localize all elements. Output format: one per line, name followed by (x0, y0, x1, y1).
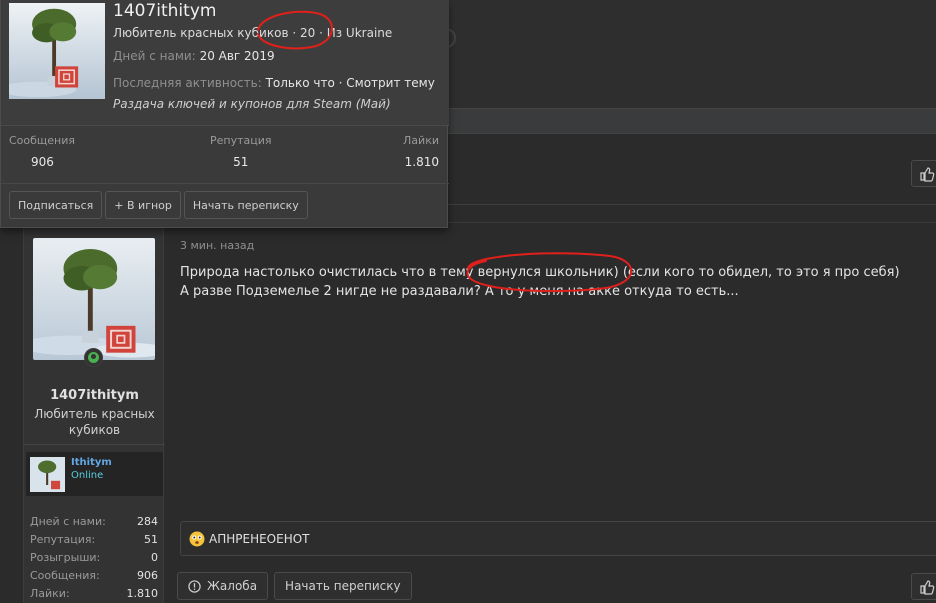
panel-user-title: Любитель красных кубиков (34, 407, 155, 437)
stat-label: Розыгрыши: (30, 551, 101, 564)
tooltip-header: 1407ithitym Любитель красных кубиков · 2… (1, 0, 449, 125)
joined-value: 20 Авг 2019 (199, 49, 275, 63)
last-activity-label: Последняя активность: (113, 76, 262, 90)
thumbs-up-icon (920, 167, 935, 182)
stat-value: 51 (144, 533, 158, 546)
post-text-line: Природа настолько очистилась что в тему … (180, 265, 900, 280)
stat-row: Лайки: 1.810 (30, 585, 158, 603)
tooltip-user-title: Любитель красных кубиков (113, 26, 289, 40)
report-button[interactable]: Жалоба (177, 572, 269, 600)
tree-cube-avatar-image (9, 3, 105, 99)
post-timestamp[interactable]: 3 мин. назад (180, 239, 254, 252)
like-button[interactable] (911, 573, 936, 600)
message-user-panel: 1407ithitym Любитель красных кубиков Ith… (23, 228, 165, 603)
stat-label: Лайки: (30, 587, 70, 600)
panel-username[interactable]: 1407ithitym (24, 388, 165, 403)
post-actions: Жалоба Начать переписку (177, 572, 412, 600)
stat-value: 1.810 (404, 155, 439, 169)
tooltip-stat-reputation: Репутация 51 (210, 134, 272, 169)
report-button-label: Жалоба (207, 579, 258, 593)
start-conversation-label: Начать переписку (285, 579, 401, 593)
steam-avatar-image (30, 457, 65, 492)
start-conversation-button[interactable]: Начать переписку (183, 191, 308, 219)
tooltip-last-activity: Последняя активность: Только что · Смотр… (113, 76, 435, 90)
tooltip-stat-likes: Лайки 1.810 (403, 134, 439, 169)
panel-stats: Дней с нами: 284 Репутация: 51 Розыгрыши… (30, 513, 158, 603)
tooltip-banner: Раздача ключей и купонов для Steam (Май) (113, 97, 391, 111)
steam-name: Ithitym (71, 457, 112, 468)
divider (24, 444, 165, 445)
like-button-previous[interactable] (911, 160, 936, 187)
tree-cube-avatar-image (33, 238, 155, 360)
divider (1, 183, 449, 184)
steam-status: Online (71, 470, 104, 481)
user-avatar[interactable] (33, 238, 155, 360)
online-status-icon (85, 349, 102, 366)
stat-label: Дней с нами: (30, 515, 106, 528)
last-activity-value: Только что · Смотрит тему (265, 76, 435, 90)
stat-label: Репутация: (30, 533, 96, 546)
ignore-button[interactable]: + В игнор (105, 191, 181, 219)
post-body: Природа настолько очистилась что в тему … (180, 263, 920, 301)
flushed-face-emoji-icon (189, 531, 205, 547)
tooltip-user-meta: Любитель красных кубиков · 20 · Из Ukrai… (113, 26, 392, 40)
member-tooltip: 1407ithitym Любитель красных кубиков · 2… (0, 0, 449, 228)
start-conversation-button[interactable]: Начать переписку (274, 572, 412, 600)
tooltip-stat-messages: Сообщения 906 (9, 134, 75, 169)
signature-text: АПНРЕНЕОЕНОТ (209, 532, 310, 546)
thumbs-up-icon (920, 580, 935, 595)
warning-icon (188, 579, 201, 593)
stat-value: 1.810 (126, 587, 159, 600)
user-signature: АПНРЕНЕОЕНОТ (180, 521, 936, 556)
stat-row: Дней с нами: 284 (30, 513, 158, 531)
tooltip-actions: Подписаться + В игнор Начать переписку (9, 191, 308, 219)
stat-value: 0 (151, 551, 158, 564)
post-text-line: А разве Подземелье 2 нигде не раздавали?… (180, 284, 739, 299)
stat-label: Сообщения (9, 134, 76, 147)
stat-value: 51 (233, 155, 249, 169)
meta-separator: · (319, 26, 327, 40)
stat-label: Лайки (403, 134, 439, 147)
tooltip-location: Из Ukraine (326, 26, 393, 40)
joined-label: Дней с нами: (113, 49, 196, 63)
stat-label: Репутация (210, 134, 272, 147)
stat-row: Сообщения: 906 (30, 567, 158, 585)
tooltip-joined: Дней с нами: 20 Авг 2019 (113, 49, 275, 63)
stat-row: Розыгрыши: 0 (30, 549, 158, 567)
steam-profile-card[interactable]: Ithitym Online (26, 452, 163, 496)
meta-separator: · (292, 26, 300, 40)
stat-label: Сообщения: (30, 569, 100, 582)
stat-value: 284 (137, 515, 158, 528)
divider (1, 125, 449, 126)
tooltip-age: 20 (300, 26, 316, 40)
stat-value: 906 (137, 569, 158, 582)
stat-value: 906 (31, 155, 54, 169)
tooltip-username[interactable]: 1407ithitym (113, 0, 216, 22)
tooltip-stats: Сообщения 906 Репутация 51 Лайки 1.810 (9, 134, 441, 178)
stat-row: Репутация: 51 (30, 531, 158, 549)
tooltip-avatar[interactable] (9, 3, 105, 99)
follow-button[interactable]: Подписаться (9, 191, 103, 219)
